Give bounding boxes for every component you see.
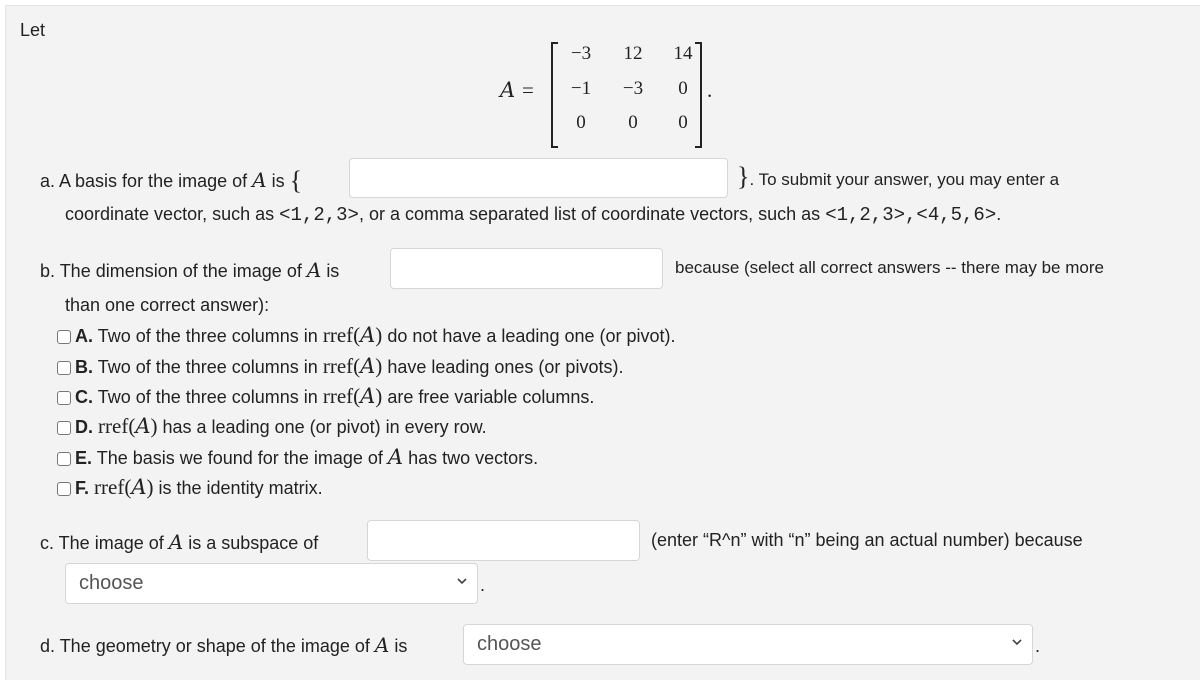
example-vector-2: <1,2,3>,<4,5,6> (825, 204, 997, 226)
option-e[interactable]: E. The basis we found for the image of A… (57, 445, 538, 469)
option-d-checkbox[interactable] (57, 421, 71, 435)
part-c-select[interactable]: choose (65, 563, 478, 604)
matrix-name: A (500, 78, 516, 102)
matrix-cell: −3 (570, 43, 592, 64)
close-paren: ) (375, 323, 383, 347)
option-a-checkbox[interactable] (57, 330, 71, 344)
option-f[interactable]: F. rref(A) is the identity matrix. (57, 475, 323, 500)
intro-text: Let (20, 20, 46, 40)
option-text: Two of the three columns in (97, 326, 318, 346)
matrix-cell: 14 (673, 43, 693, 64)
rref-text: rref( (94, 475, 132, 499)
part-a-line2: coordinate vector, such as <1,2,3>, or a… (65, 204, 1001, 226)
option-var: A (360, 323, 376, 347)
matrix-cell: 12 (623, 43, 643, 64)
option-e-checkbox[interactable] (57, 452, 71, 466)
option-letter: E. (75, 448, 93, 468)
part-c-prefix: c. The image of (40, 533, 164, 553)
option-text: do not have a leading one (or pivot). (387, 326, 676, 346)
close-paren: ) (375, 384, 383, 408)
part-b-label: b. The dimension of the image of A is (40, 258, 339, 282)
part-b-line2: than one correct answer): (65, 295, 270, 315)
matrix-cell: 0 (576, 112, 586, 133)
option-c-checkbox[interactable] (57, 391, 71, 405)
close-paren: ) (150, 414, 158, 438)
option-var: A (131, 475, 147, 499)
option-text: The basis we found for the image of (96, 448, 383, 468)
part-c-var: A (168, 530, 184, 554)
matrix-cell: 0 (678, 112, 688, 133)
option-text: has a leading one (or pivot) in every ro… (162, 417, 487, 437)
part-b-after: because (select all correct answers -- t… (675, 258, 1104, 277)
option-letter: C. (75, 387, 93, 407)
rref-text: rref( (322, 323, 361, 347)
option-letter: A. (75, 326, 93, 346)
matrix-cell: 0 (678, 78, 688, 99)
close-paren: ) (375, 354, 383, 378)
part-c-period: . (480, 575, 486, 595)
close-paren: ) (146, 475, 154, 499)
part-a-instruction: . To submit your answer, you may enter a (749, 170, 1060, 189)
rref-text: rref( (322, 384, 361, 408)
part-a-is: is (271, 171, 285, 191)
part-b-is: is (326, 261, 340, 281)
option-a[interactable]: A. Two of the three columns in rref(A) d… (57, 323, 676, 348)
option-var: A (387, 445, 404, 469)
option-text: is the identity matrix. (158, 478, 323, 498)
part-d-is: is (394, 636, 408, 656)
part-b-var: A (306, 258, 322, 282)
matrix-cell: −1 (570, 78, 592, 99)
option-letter: D. (75, 417, 93, 437)
part-c-label: c. The image of A is a subspace of (40, 530, 318, 554)
part-d-label: d. The geometry or shape of the image of… (40, 633, 407, 657)
dimension-input[interactable] (390, 248, 663, 289)
chevron-down-icon (1012, 639, 1022, 646)
option-text: has two vectors. (408, 448, 539, 468)
part-d-prefix: d. The geometry or shape of the image of (40, 636, 370, 656)
part-c-after-var: is a subspace of (188, 533, 319, 553)
option-d[interactable]: D. rref(A) has a leading one (or pivot) … (57, 414, 487, 439)
part-a-prefix: a. A basis for the image of (40, 171, 248, 191)
option-text: are free variable columns. (387, 387, 595, 407)
part-d-var: A (374, 633, 390, 657)
option-letter: F. (75, 478, 90, 498)
subspace-input[interactable] (367, 520, 640, 561)
part-a-line2-end: . (996, 204, 1002, 224)
option-text: Two of the three columns in (97, 357, 318, 377)
part-c-hint: (enter “R^n” with “n” being an actual nu… (651, 530, 1083, 550)
part-a-label: a. A basis for the image of A is { (40, 166, 302, 196)
option-c[interactable]: C. Two of the three columns in rref(A) a… (57, 384, 594, 409)
basis-input[interactable] (349, 158, 728, 198)
open-brace: { (289, 166, 303, 195)
option-b[interactable]: B. Two of the three columns in rref(A) h… (57, 354, 623, 379)
chevron-down-icon (457, 578, 467, 585)
option-var: A (360, 354, 376, 378)
part-d-period: . (1035, 636, 1041, 656)
part-b-prefix: b. The dimension of the image of (40, 261, 302, 281)
part-a-line2-start: coordinate vector, such as (65, 204, 275, 224)
part-a-line2-mid: , or a comma separated list of coordinat… (358, 204, 821, 224)
option-text: have leading ones (or pivots). (387, 357, 624, 377)
example-vector-1: <1,2,3> (279, 204, 359, 226)
rref-text: rref( (98, 414, 136, 438)
part-a-after: }. To submit your answer, you may enter … (737, 162, 1059, 192)
matrix-equals: = (522, 78, 534, 102)
part-a-var: A (252, 168, 267, 192)
option-f-checkbox[interactable] (57, 482, 71, 496)
matrix-cell: 0 (628, 112, 638, 133)
option-text: Two of the three columns in (97, 387, 318, 407)
matrix-cell: −3 (622, 78, 644, 99)
close-brace: } (737, 162, 750, 191)
rref-text: rref( (322, 354, 361, 378)
part-d-select-value: choose (477, 633, 542, 655)
part-c-select-value: choose (79, 572, 144, 594)
option-b-checkbox[interactable] (57, 361, 71, 375)
part-d-select[interactable]: choose (463, 624, 1033, 665)
option-var: A (360, 384, 376, 408)
option-var: A (135, 414, 151, 438)
option-letter: B. (75, 357, 93, 377)
matrix-period: . (707, 78, 713, 102)
